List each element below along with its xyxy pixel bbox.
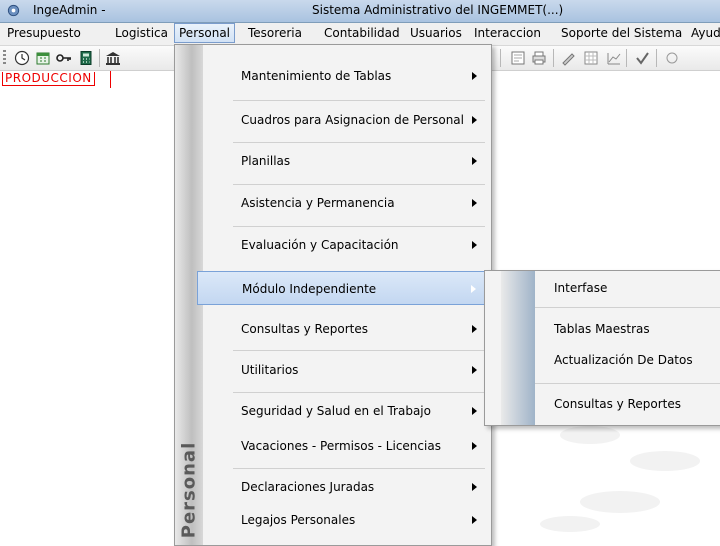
title-bar: IngeAdmin - Sistema Administrativo del I… bbox=[0, 0, 720, 23]
menu-item-mantenimiento-tablas[interactable]: Mantenimiento de Tablas bbox=[205, 59, 489, 93]
toolbar-grip[interactable] bbox=[3, 50, 6, 66]
grid-icon[interactable] bbox=[583, 50, 599, 66]
submenu-item-actualizacion-datos[interactable]: Actualización De Datos bbox=[535, 349, 720, 373]
menu-item-utilitarios[interactable]: Utilitarios bbox=[205, 353, 489, 387]
toolbar-separator bbox=[553, 49, 554, 67]
app-name: IngeAdmin - bbox=[33, 3, 106, 17]
window-title: Sistema Administrativo del INGEMMET(...) bbox=[312, 3, 564, 17]
menu-separator bbox=[233, 142, 485, 143]
menu-usuarios[interactable]: Usuarios bbox=[410, 26, 462, 40]
calendar-icon[interactable] bbox=[35, 50, 51, 66]
menu-presupuesto[interactable]: Presupuesto bbox=[7, 26, 81, 40]
background-shape bbox=[630, 451, 700, 471]
submenu-arrow-icon bbox=[472, 366, 477, 374]
menu-item-label: Vacaciones - Permisos - Licencias bbox=[241, 439, 441, 453]
text-cursor bbox=[110, 71, 111, 88]
calculator-icon[interactable] bbox=[78, 50, 94, 66]
submenu-arrow-icon bbox=[472, 483, 477, 491]
key-icon[interactable] bbox=[56, 50, 72, 66]
toolbar-separator bbox=[656, 49, 657, 67]
menu-item-asistencia[interactable]: Asistencia y Permanencia bbox=[205, 186, 489, 220]
menu-band-label: Personal bbox=[177, 435, 201, 545]
submenu-arrow-icon bbox=[472, 199, 477, 207]
menu-item-label: Cuadros para Asignacion de Personal bbox=[241, 113, 464, 127]
menu-item-evaluacion[interactable]: Evaluación y Capacitación bbox=[205, 228, 489, 262]
submenu-item-label: Actualización De Datos bbox=[554, 353, 693, 367]
menu-personal[interactable]: Personal bbox=[174, 23, 236, 43]
more-icon[interactable] bbox=[664, 50, 680, 66]
menu-contabilidad[interactable]: Contabilidad bbox=[324, 26, 400, 40]
menu-tesoreria[interactable]: Tesoreria bbox=[248, 26, 302, 40]
menu-item-label: Utilitarios bbox=[241, 363, 299, 377]
menu-item-declaraciones[interactable]: Declaraciones Juradas bbox=[205, 470, 489, 504]
menu-item-label: Seguridad y Salud en el Trabajo bbox=[241, 404, 431, 418]
menu-separator bbox=[233, 184, 485, 185]
menu-soporte[interactable]: Soporte del Sistema bbox=[561, 26, 682, 40]
submenu-item-label: Interfase bbox=[554, 281, 608, 295]
menu-interaccion[interactable]: Interaccion bbox=[474, 26, 541, 40]
submenu-item-interfase[interactable]: Interfase bbox=[535, 277, 720, 301]
submenu-side-band bbox=[501, 271, 535, 425]
menu-separator bbox=[233, 392, 485, 393]
bank-icon[interactable] bbox=[105, 50, 121, 66]
menu-item-label: Módulo Independiente bbox=[242, 282, 377, 296]
toolbar-separator bbox=[626, 49, 627, 67]
print-icon[interactable] bbox=[531, 50, 547, 66]
toolbar-separator bbox=[500, 49, 501, 67]
menu-bar: Presupuesto Logistica Personal Tesoreria… bbox=[0, 23, 720, 46]
preview-icon[interactable] bbox=[510, 50, 526, 66]
menu-separator bbox=[233, 226, 485, 227]
submenu-arrow-icon bbox=[472, 325, 477, 333]
menu-item-label: Evaluación y Capacitación bbox=[241, 238, 399, 252]
menu-separator bbox=[535, 383, 720, 384]
menu-item-label: Mantenimiento de Tablas bbox=[241, 69, 392, 83]
menu-item-cuadros-asignacion[interactable]: Cuadros para Asignacion de Personal bbox=[205, 103, 489, 137]
toolbar-separator bbox=[99, 49, 100, 67]
personal-menu: Personal Mantenimiento de Tablas Cuadros… bbox=[174, 44, 492, 546]
clock-icon[interactable] bbox=[14, 50, 30, 66]
menu-item-label: Planillas bbox=[241, 154, 291, 168]
submenu-item-tablas-maestras[interactable]: Tablas Maestras bbox=[535, 318, 720, 342]
background-shape bbox=[540, 516, 600, 532]
submenu-arrow-icon bbox=[472, 407, 477, 415]
menu-band-text: Personal bbox=[178, 441, 200, 539]
menu-item-label: Declaraciones Juradas bbox=[241, 480, 375, 494]
menu-item-consultas-reportes[interactable]: Consultas y Reportes bbox=[205, 312, 489, 346]
modulo-independiente-submenu: Interfase Tablas Maestras Actualización … bbox=[484, 270, 720, 426]
pen-icon[interactable] bbox=[560, 50, 576, 66]
submenu-item-label: Tablas Maestras bbox=[554, 322, 650, 336]
submenu-item-consultas-reportes[interactable]: Consultas y Reportes bbox=[535, 393, 720, 417]
menu-item-modulo-independiente[interactable]: Módulo Independiente bbox=[197, 271, 489, 305]
submenu-arrow-icon bbox=[471, 285, 476, 293]
submenu-arrow-icon bbox=[472, 241, 477, 249]
submenu-item-label: Consultas y Reportes bbox=[554, 397, 681, 411]
app-gear-icon[interactable] bbox=[6, 3, 21, 18]
background-shape bbox=[580, 491, 660, 513]
submenu-arrow-icon bbox=[472, 157, 477, 165]
menu-item-seguridad-salud[interactable]: Seguridad y Salud en el Trabajo bbox=[205, 394, 489, 428]
check-icon[interactable] bbox=[634, 50, 650, 66]
menu-item-vacaciones[interactable]: Vacaciones - Permisos - Licencias bbox=[205, 429, 489, 463]
background-shape bbox=[560, 426, 620, 444]
chart-icon[interactable] bbox=[606, 50, 622, 66]
menu-separator bbox=[233, 350, 485, 351]
menu-item-label: Consultas y Reportes bbox=[241, 322, 368, 336]
submenu-arrow-icon bbox=[472, 72, 477, 80]
menu-logistica[interactable]: Logistica bbox=[115, 26, 168, 40]
menu-separator bbox=[233, 468, 485, 469]
submenu-arrow-icon bbox=[472, 516, 477, 524]
menu-separator bbox=[233, 100, 485, 101]
submenu-arrow-icon bbox=[472, 442, 477, 450]
environment-label: PRODUCCION bbox=[2, 72, 95, 86]
submenu-arrow-icon bbox=[472, 116, 477, 124]
menu-item-planillas[interactable]: Planillas bbox=[205, 144, 489, 178]
menu-ayuda[interactable]: Ayuda bbox=[691, 26, 720, 40]
menu-separator bbox=[535, 307, 720, 308]
menu-item-label: Asistencia y Permanencia bbox=[241, 196, 395, 210]
menu-item-label: Legajos Personales bbox=[241, 513, 356, 527]
